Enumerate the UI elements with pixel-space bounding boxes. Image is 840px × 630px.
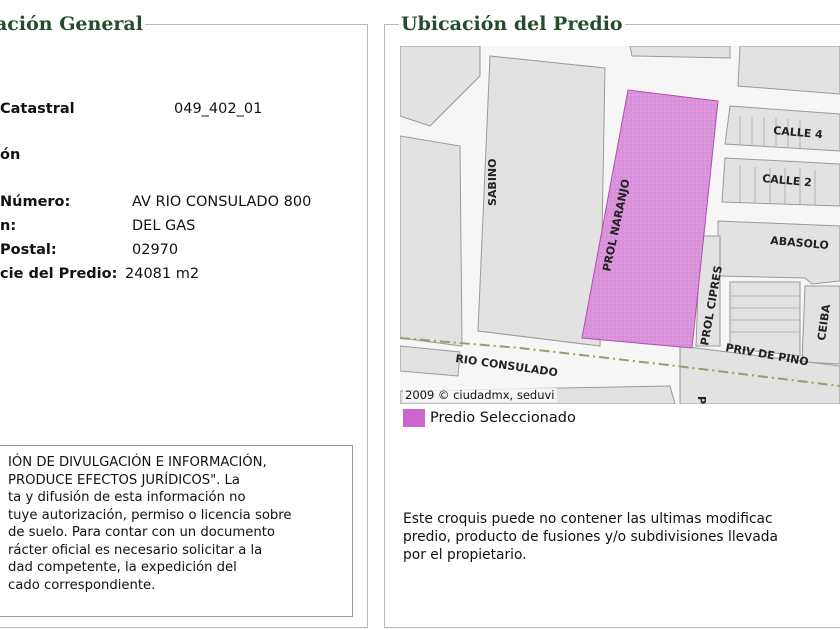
location-section-heading: ón xyxy=(0,147,21,163)
colonia-label: n: xyxy=(0,218,17,234)
area-label: cie del Predio: xyxy=(0,266,118,282)
disclaimer-line: tuye autorización, permiso o licencia so… xyxy=(8,507,292,523)
legend-label: Predio Seleccionado xyxy=(430,410,576,426)
postal-code-value: 02970 xyxy=(132,242,179,258)
colonia-value: DEL GAS xyxy=(132,218,196,234)
note-line: por el propietario. xyxy=(403,547,527,563)
croquis-note: Este croquis puede no contener las ultim… xyxy=(403,510,840,564)
disclaimer-line: PRODUCE EFECTOS JURÍDICOS". La xyxy=(8,472,240,488)
clave-catastral-value: 049_402_01 xyxy=(174,101,263,117)
note-line: predio, producto de fusiones y/o subdivi… xyxy=(403,529,778,545)
disclaimer-line: dad competente, la expedición del xyxy=(8,560,237,575)
address-label: Número: xyxy=(0,194,71,210)
clave-catastral-label: Catastral xyxy=(0,101,75,117)
general-info-title: ación General xyxy=(0,13,145,35)
address-value: AV RIO CONSULADO 800 xyxy=(132,194,312,210)
postal-code-label: Postal: xyxy=(0,242,57,258)
street-label-sabino: SABINO xyxy=(486,159,499,206)
legend-swatch xyxy=(403,409,425,427)
street-label-pres: PRES xyxy=(695,396,708,404)
area-value: 24081 m2 xyxy=(125,266,200,282)
note-line: Este croquis puede no contener las ultim… xyxy=(403,511,773,527)
legal-disclaimer: IÓN DE DIVULGACIÓN E INFORMACIÓN, PRODUC… xyxy=(0,445,353,617)
disclaimer-line: de suelo. Para contar con un documento xyxy=(8,525,275,540)
location-map[interactable]: CALLE 4 CALLE 2 ABASOLO SABINO PROL NARA… xyxy=(400,46,840,404)
map-copyright: 2009 © ciudadmx, seduvi xyxy=(403,388,557,402)
disclaimer-line: cado correspondiente. xyxy=(8,577,156,593)
disclaimer-line: IÓN DE DIVULGACIÓN E INFORMACIÓN, xyxy=(8,455,267,470)
location-panel-title: Ubicación del Predio xyxy=(399,13,625,35)
disclaimer-line: ta y difusión de esta información no xyxy=(8,490,246,505)
disclaimer-line: rácter oficial es necesario solicitar a … xyxy=(8,542,263,558)
